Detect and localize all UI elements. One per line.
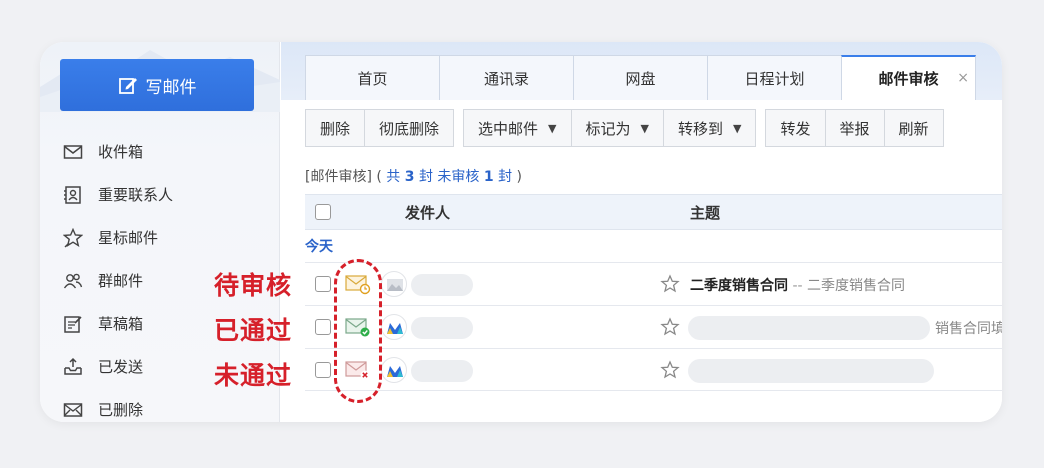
table-header: 发件人 主题 xyxy=(305,194,1002,230)
sender-name-redacted xyxy=(411,360,473,382)
summary-prefix: [邮件审核] ( xyxy=(305,169,387,185)
subject-separator: -- xyxy=(788,278,808,294)
button-label: 举报 xyxy=(839,119,870,138)
subject-preview: 二季度销售合同 xyxy=(807,278,906,294)
sidebar-item-starred[interactable]: 星标邮件 xyxy=(40,216,280,259)
sender-avatar xyxy=(381,314,407,340)
tab-netdisk[interactable]: 网盘 xyxy=(573,55,708,100)
status-icon-highlight xyxy=(334,259,382,403)
select-mail-dropdown[interactable]: 选中邮件 ▼ xyxy=(463,109,572,147)
sender-name-redacted xyxy=(411,274,473,296)
button-label: 选中邮件 xyxy=(478,119,539,138)
button-label: 彻底删除 xyxy=(379,119,440,138)
tab-contacts[interactable]: 通讯录 xyxy=(439,55,574,100)
sidebar-item-label: 草稿箱 xyxy=(98,315,144,333)
compose-pencil-icon xyxy=(118,78,137,94)
row-checkbox[interactable] xyxy=(315,276,331,292)
subject-redacted xyxy=(688,316,930,340)
star-icon xyxy=(62,227,84,249)
draft-icon xyxy=(62,313,84,335)
contact-card-icon xyxy=(62,184,84,206)
caret-down-icon: ▼ xyxy=(548,121,557,135)
main-panel: 首页 通讯录 网盘 日程计划 邮件审核 × 删除 彻底删除 选中邮件 ▼ 标记为 ▼… xyxy=(281,42,1002,422)
toolbar: 删除 彻底删除 选中邮件 ▼ 标记为 ▼ 转移到 ▼ 转发 举报 刷新 xyxy=(305,109,944,147)
sender-avatar xyxy=(381,357,407,383)
summary-suffix: ) xyxy=(512,169,522,185)
sidebar-item-deleted[interactable]: 已删除 xyxy=(40,388,280,422)
sender-avatar xyxy=(381,271,407,297)
summary-total-label: 共 xyxy=(386,169,401,185)
tab-label: 日程计划 xyxy=(744,69,805,88)
tabs: 首页 通讯录 网盘 日程计划 邮件审核 × xyxy=(305,55,976,100)
inbox-icon xyxy=(62,141,84,163)
caret-down-icon: ▼ xyxy=(733,121,742,135)
table-row[interactable]: 二季度销售合同 -- 二季度销售合同 xyxy=(305,262,1002,305)
tab-label: 邮件审核 xyxy=(878,70,939,88)
sender-name-redacted xyxy=(411,317,473,339)
summary-unit: 封 xyxy=(418,169,433,185)
caret-down-icon: ▼ xyxy=(640,121,649,135)
table-row[interactable]: 销售合同填 xyxy=(305,305,1002,348)
row-checkbox[interactable] xyxy=(315,319,331,335)
subject-preview-tail: 销售合同填 xyxy=(935,321,1002,337)
delete-permanently-button[interactable]: 彻底删除 xyxy=(364,109,455,147)
button-label: 转发 xyxy=(780,119,811,138)
summary-unit: 封 xyxy=(498,169,513,185)
refresh-button[interactable]: 刷新 xyxy=(883,109,944,147)
column-header-subject[interactable]: 主题 xyxy=(690,202,720,223)
sidebar-item-label: 重要联系人 xyxy=(98,186,174,204)
star-outline-icon[interactable] xyxy=(660,274,680,294)
folder-summary: [邮件审核] ( 共 3 封 未审核 1 封 ) xyxy=(305,166,522,186)
toolbar-group-misc: 转发 举报 刷新 xyxy=(765,109,944,147)
mail-window: 写邮件 收件箱 重要联系人 星标邮件 群邮件 草稿箱 已发送 已删除 首页 通讯… xyxy=(40,42,1002,422)
subject-redacted xyxy=(688,359,934,383)
move-to-dropdown[interactable]: 转移到 ▼ xyxy=(663,109,757,147)
summary-pending-label[interactable]: 未审核 xyxy=(437,169,479,185)
sent-icon xyxy=(62,356,84,378)
sidebar-item-label: 群邮件 xyxy=(98,272,144,290)
subject-text: 二季度销售合同 xyxy=(690,278,788,294)
tab-label: 首页 xyxy=(357,69,388,88)
compose-label: 写邮件 xyxy=(145,77,197,97)
button-label: 刷新 xyxy=(898,119,929,138)
tab-home[interactable]: 首页 xyxy=(305,55,440,100)
mark-as-dropdown[interactable]: 标记为 ▼ xyxy=(570,109,664,147)
button-label: 标记为 xyxy=(585,119,631,138)
annotation-pending: 待审核 xyxy=(214,271,293,300)
sidebar-item-label: 已发送 xyxy=(98,358,144,376)
tab-mail-review[interactable]: 邮件审核 × xyxy=(841,55,976,100)
select-all-checkbox[interactable] xyxy=(315,204,331,220)
summary-pending-count: 1 xyxy=(483,169,494,185)
column-header-sender[interactable]: 发件人 xyxy=(405,202,450,223)
star-outline-icon[interactable] xyxy=(660,360,680,380)
report-button[interactable]: 举报 xyxy=(824,109,885,147)
tab-label: 网盘 xyxy=(625,69,656,88)
sidebar-item-inbox[interactable]: 收件箱 xyxy=(40,130,280,173)
button-label: 删除 xyxy=(320,119,351,138)
button-label: 转移到 xyxy=(678,119,724,138)
annotation-rejected: 未通过 xyxy=(214,361,293,390)
close-tab-icon[interactable]: × xyxy=(957,70,969,86)
mail-subject: 二季度销售合同 -- 二季度销售合同 xyxy=(690,275,905,295)
date-group-label: 今天 xyxy=(305,239,333,255)
sidebar-item-label: 收件箱 xyxy=(98,143,144,161)
row-checkbox[interactable] xyxy=(315,361,331,378)
table-row[interactable] xyxy=(305,348,1002,391)
toolbar-group-actions: 选中邮件 ▼ 标记为 ▼ 转移到 ▼ xyxy=(463,109,757,147)
summary-total-count: 3 xyxy=(404,169,415,185)
forward-button[interactable]: 转发 xyxy=(765,109,826,147)
tab-schedule[interactable]: 日程计划 xyxy=(707,55,842,100)
annotation-approved: 已通过 xyxy=(214,316,293,345)
compose-button[interactable]: 写邮件 xyxy=(60,59,254,111)
star-outline-icon[interactable] xyxy=(660,317,680,337)
group-icon xyxy=(62,270,84,292)
sidebar-item-label: 已删除 xyxy=(98,401,144,419)
sidebar-item-label: 星标邮件 xyxy=(98,229,159,247)
deleted-icon xyxy=(62,399,84,421)
tab-label: 通讯录 xyxy=(483,69,529,88)
tabs-bar: 首页 通讯录 网盘 日程计划 邮件审核 × xyxy=(281,42,1002,100)
toolbar-group-delete: 删除 彻底删除 xyxy=(305,109,455,147)
delete-button[interactable]: 删除 xyxy=(305,109,366,147)
sidebar-item-important-contacts[interactable]: 重要联系人 xyxy=(40,173,280,216)
